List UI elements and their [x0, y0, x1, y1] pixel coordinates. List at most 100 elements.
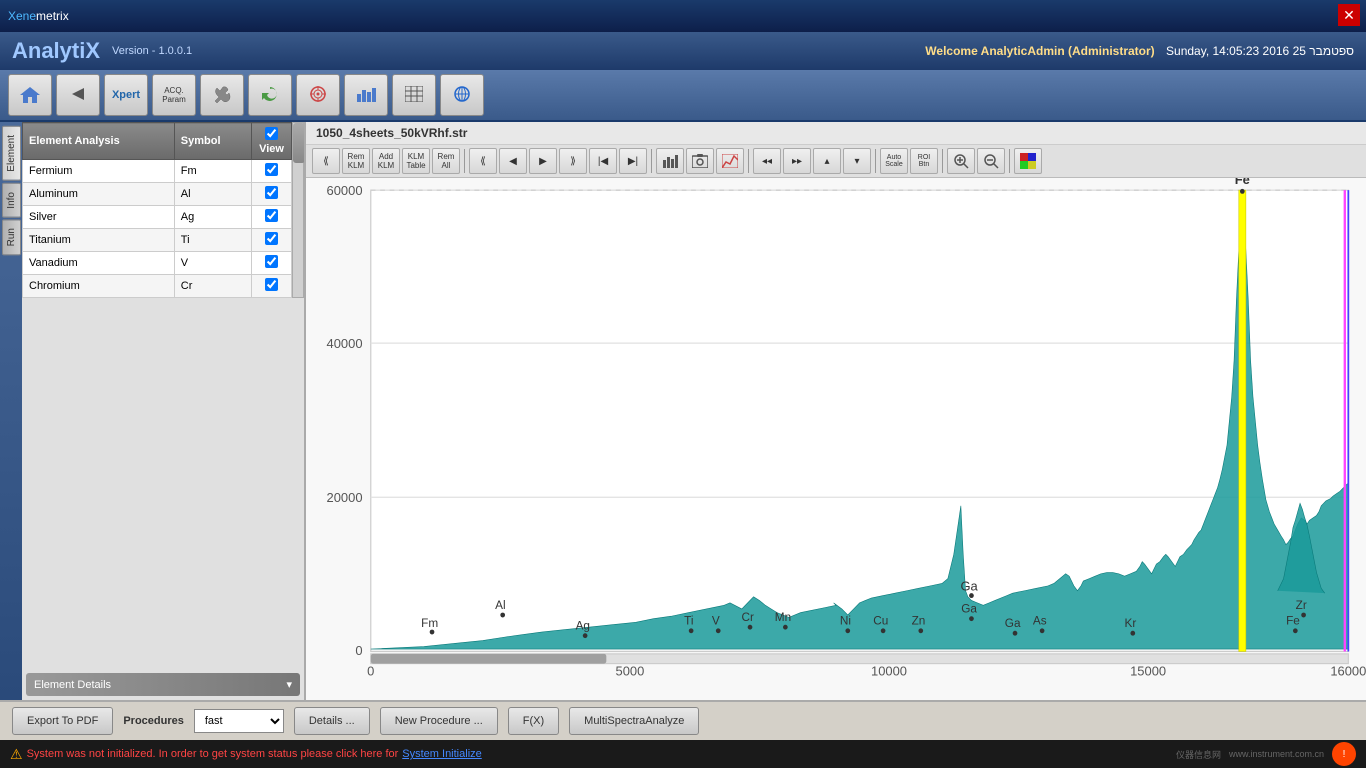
bar-chart-btn[interactable] [656, 148, 684, 174]
main-layout: Element Info Run Element Analysis Symbol… [0, 122, 1366, 700]
element-name-4: Vanadium [23, 252, 175, 275]
first-btn[interactable]: ⟪ [469, 148, 497, 174]
element-checkbox-2[interactable] [252, 206, 292, 229]
zoom-out-btn[interactable] [977, 148, 1005, 174]
move-down-btn[interactable]: ▾ [843, 148, 871, 174]
element-row-2: Silver Ag [23, 206, 292, 229]
divider-6 [1009, 149, 1010, 173]
main-toolbar: Xpert ACQ. Param [0, 70, 1366, 122]
run-tab[interactable]: Run [2, 219, 21, 255]
move-right-btn[interactable]: ▸▸ [783, 148, 811, 174]
element-row-4: Vanadium V [23, 252, 292, 275]
move-left-right-btn[interactable]: ◂◂ [753, 148, 781, 174]
logo-xene: Xene [8, 9, 36, 23]
chart-canvas: 60000 40000 20000 0 [306, 178, 1366, 700]
prev-btn[interactable]: ◀ [499, 148, 527, 174]
checkbox-3[interactable] [265, 232, 278, 245]
element-row-5: Chromium Cr [23, 275, 292, 298]
svg-text:Fe: Fe [1235, 178, 1250, 187]
system-initialize-link[interactable]: System Initialize [402, 748, 481, 760]
svg-text:Ga: Ga [961, 601, 977, 615]
photo-btn[interactable] [686, 148, 714, 174]
rem-klm-btn[interactable]: RemKLM [342, 148, 370, 174]
svg-text:As: As [1033, 614, 1047, 628]
svg-text:Al: Al [495, 598, 505, 612]
element-symbol-0: Fm [174, 160, 251, 183]
back-button[interactable] [56, 74, 100, 116]
view-all-checkbox[interactable] [265, 127, 278, 140]
element-symbol-4: V [174, 252, 251, 275]
element-table: Element Analysis Symbol View Fermium Fm … [22, 122, 292, 298]
chart-toolbar: ⟪ RemKLM AddKLM KLMTable RemAll ⟪ ◀ ▶ ⟫ … [306, 145, 1366, 178]
scrollbar-thumb[interactable] [293, 123, 304, 163]
skip-right-btn[interactable]: ▶| [619, 148, 647, 174]
refresh-button[interactable] [248, 74, 292, 116]
acq-param-button[interactable]: ACQ. Param [152, 74, 196, 116]
procedures-select[interactable]: fast slow custom [194, 709, 284, 733]
table-wrapper: Element Analysis Symbol View Fermium Fm … [22, 122, 292, 298]
status-message: System was not initialized. In order to … [27, 748, 399, 760]
checkbox-1[interactable] [265, 186, 278, 199]
svg-text:Mn: Mn [775, 610, 791, 624]
table-button[interactable] [392, 74, 436, 116]
element-name-5: Chromium [23, 275, 175, 298]
chart-button[interactable] [344, 74, 388, 116]
checkbox-2[interactable] [265, 209, 278, 222]
tool-button[interactable] [200, 74, 244, 116]
move-up-btn[interactable]: ▴ [813, 148, 841, 174]
svg-text:Fe: Fe [1286, 614, 1300, 628]
skip-back-btn[interactable]: ⟪ [312, 148, 340, 174]
zoom-in-btn[interactable] [947, 148, 975, 174]
skip-left-btn[interactable]: |◀ [589, 148, 617, 174]
divider-3 [748, 149, 749, 173]
web-button[interactable] [440, 74, 484, 116]
red-chart-btn[interactable] [716, 148, 744, 174]
last-btn[interactable]: ⟫ [559, 148, 587, 174]
svg-text:Cr: Cr [741, 610, 753, 624]
details-button[interactable]: Details ... [294, 707, 370, 735]
klm-table-btn[interactable]: KLMTable [402, 148, 430, 174]
next-btn[interactable]: ▶ [529, 148, 557, 174]
svg-text:Ga: Ga [960, 579, 978, 594]
element-row-0: Fermium Fm [23, 160, 292, 183]
checkbox-5[interactable] [265, 278, 278, 291]
checkbox-4[interactable] [265, 255, 278, 268]
info-tab[interactable]: Info [2, 183, 21, 218]
target-button[interactable] [296, 74, 340, 116]
sidebar-tabs: Element Info Run [0, 122, 22, 700]
multi-spectra-button[interactable]: MultiSpectraAnalyze [569, 707, 699, 735]
element-checkbox-5[interactable] [252, 275, 292, 298]
rem-all-btn[interactable]: RemAll [432, 148, 460, 174]
divider-1 [464, 149, 465, 173]
svg-text:0: 0 [355, 643, 362, 658]
table-row-container: Element Analysis Symbol View Fermium Fm … [22, 122, 304, 298]
procedures-label: Procedures [123, 715, 184, 727]
table-scrollbar[interactable] [292, 122, 304, 298]
home-button[interactable] [8, 74, 52, 116]
roi-btn[interactable]: ROIBtn [910, 148, 938, 174]
svg-text:Ni: Ni [840, 614, 851, 628]
element-checkbox-0[interactable] [252, 160, 292, 183]
checkbox-0[interactable] [265, 163, 278, 176]
auto-btn[interactable]: AutoScale [880, 148, 908, 174]
close-button[interactable]: ✕ [1338, 4, 1360, 26]
element-row-1: Aluminum Al [23, 183, 292, 206]
new-procedure-button[interactable]: New Procedure ... [380, 707, 498, 735]
add-klm-btn[interactable]: AddKLM [372, 148, 400, 174]
element-details-btn[interactable]: Element Details ▾ [26, 673, 300, 696]
element-tab[interactable]: Element [2, 126, 21, 181]
warning-icon: ⚠ [10, 746, 23, 763]
element-checkbox-4[interactable] [252, 252, 292, 275]
fx-button[interactable]: F(X) [508, 707, 559, 735]
divider-2 [651, 149, 652, 173]
header-bar: AnalytiX Version - 1.0.0.1 Welcome Analy… [0, 32, 1366, 70]
xpert-button[interactable]: Xpert [104, 74, 148, 116]
svg-text:40000: 40000 [327, 336, 363, 351]
element-symbol-5: Cr [174, 275, 251, 298]
element-checkbox-3[interactable] [252, 229, 292, 252]
element-checkbox-1[interactable] [252, 183, 292, 206]
element-details-label: Element Details [34, 679, 111, 691]
welcome-user: Welcome AnalyticAdmin (Administrator) [925, 44, 1154, 58]
color-btn[interactable] [1014, 148, 1042, 174]
export-pdf-button[interactable]: Export To PDF [12, 707, 113, 735]
